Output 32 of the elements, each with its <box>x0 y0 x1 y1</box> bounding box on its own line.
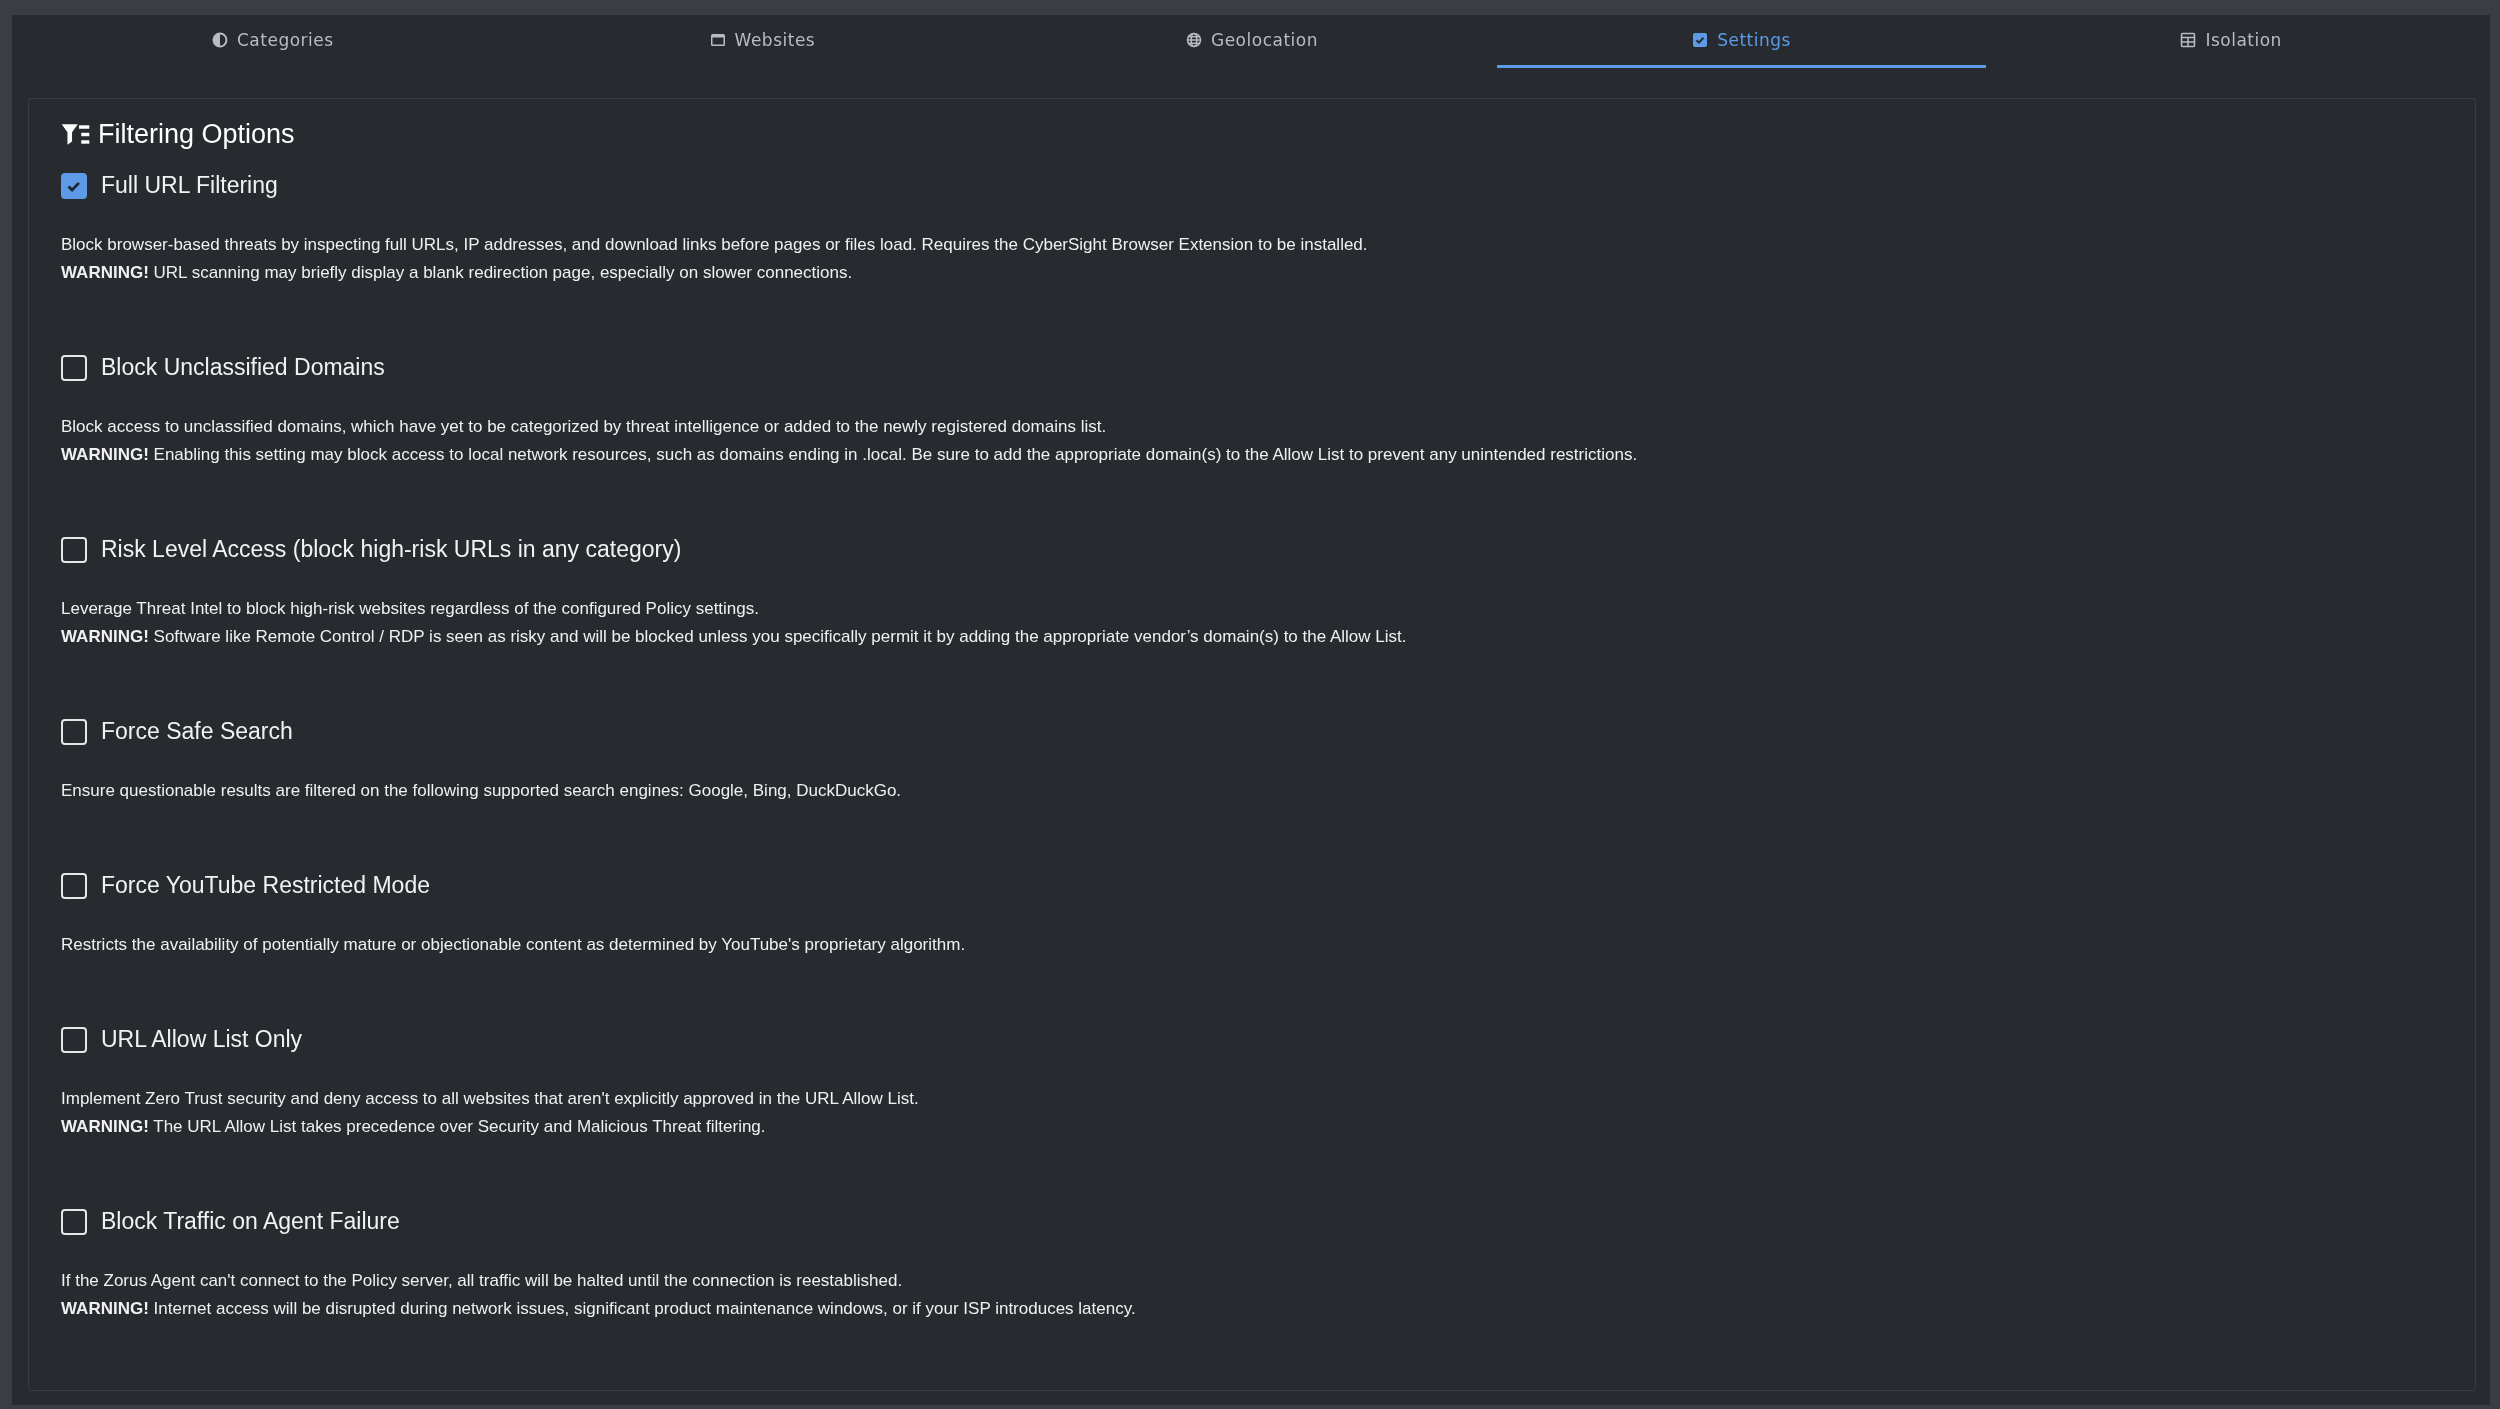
option-description: Implement Zero Trust security and deny access to all websites that aren't explicitly approved in the URL Allow List. <box>61 1088 920 1110</box>
option-description: Ensure questionable results are filtered on the following supported search engines: Google, Bing, DuckDuckGo. <box>61 780 903 802</box>
option-description: Restricts the availability of potentially mature or objectionable content as determined by YouTube's proprietary algorithm. <box>61 934 967 956</box>
option-description: WARNING! Software like Remote Control / RDP is seen as risky and will be blocked unless you specifically permit it by adding the appropriate vendor’s domain(s) to the Allow List. <box>61 626 1408 648</box>
option-label: Force Safe Search <box>101 718 293 745</box>
filter-icon <box>61 123 90 146</box>
option-label: Risk Level Access (block high-risk URLs in any category) <box>101 536 682 563</box>
checkbox[interactable] <box>61 172 87 199</box>
option-description: WARNING! URL scanning may briefly display a blank redirection page, especially on slower connections. <box>61 262 854 284</box>
option-description: Block access to unclassified domains, which have yet to be categorized by threat intelligence or added to the newly registered domains list. <box>61 416 1108 438</box>
tab[interactable]: Categories <box>28 15 518 68</box>
tab[interactable]: Websites <box>517 15 1008 68</box>
option-description: Block browser-based threats by inspecting full URLs, IP addresses, and download links before pages or files load. Requires the CyberSight Browser Extension to be installed. <box>61 234 1369 256</box>
option-label: Force YouTube Restricted Mode <box>101 872 430 899</box>
option-description: Leverage Threat Intel to block high-risk websites regardless of the configured Policy settings. <box>61 598 760 620</box>
option-description: WARNING! Enabling this setting may block access to local network resources, such as domains ending in .local. Be sure to add the appropriate domain(s) to the Allow List to prevent any unintended restrictions. <box>61 444 1639 466</box>
panel-title: Filtering Options <box>98 119 295 150</box>
option-label: Full URL Filtering <box>101 172 278 199</box>
table-icon <box>2180 32 2197 48</box>
tab[interactable]: Geolocation <box>1007 15 1497 68</box>
half-circle-icon <box>211 32 228 48</box>
check-square-icon <box>1692 32 1709 48</box>
option-description: WARNING! Internet access will be disrupted during network issues, significant product maintenance windows, or if your ISP introduces latency. <box>61 1298 1137 1320</box>
option-label: URL Allow List Only <box>101 1026 303 1053</box>
tab[interactable]: Isolation <box>1986 15 2476 68</box>
tab[interactable]: Settings <box>1496 15 1987 68</box>
globe-icon <box>1186 32 1202 48</box>
option-label: Block Traffic on Agent Failure <box>101 1208 400 1235</box>
browser-window-icon <box>709 32 726 48</box>
option-label: Block Unclassified Domains <box>101 354 385 381</box>
option-description: WARNING! The URL Allow List takes precedence over Security and Malicious Threat filtering. <box>61 1116 767 1138</box>
option-description: If the Zorus Agent can't connect to the Policy server, all traffic will be halted until the connection is reestablished. <box>61 1270 904 1292</box>
